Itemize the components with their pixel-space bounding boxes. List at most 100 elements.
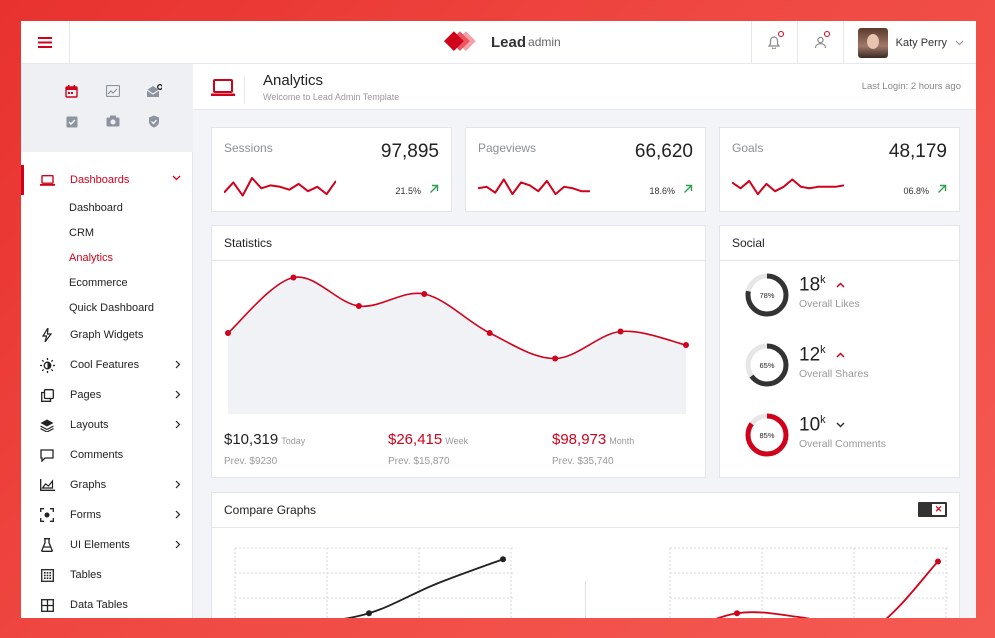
sidebar-item-graph-widgets[interactable]: Graph Widgets	[21, 320, 193, 350]
close-toggle-button[interactable]: ✕	[918, 502, 947, 517]
card-title: Compare Graphs	[224, 503, 317, 517]
sidebar-item-cool-features[interactable]: Cool Features	[21, 350, 193, 380]
divider	[212, 260, 705, 261]
compare-chart-right	[669, 547, 948, 618]
compare-graphs-card: Compare Graphs ✕	[211, 492, 960, 618]
sidebar-item-layouts[interactable]: Layouts	[21, 410, 193, 440]
divider	[585, 581, 586, 618]
arrow-up-right-icon	[430, 184, 439, 193]
table-dots-icon	[38, 568, 56, 582]
social-value: 18	[799, 274, 821, 296]
social-unit: k	[820, 414, 826, 426]
quick-actions	[21, 64, 193, 152]
sidebar-item-label: Comments	[70, 449, 124, 461]
caret-down-icon	[836, 422, 845, 428]
sidebar-item-forms[interactable]: Forms	[21, 500, 193, 530]
sidebar-item-data-tables[interactable]: Data Tables	[21, 590, 193, 618]
sidebar-subitem-ecommerce[interactable]: Ecommerce	[21, 270, 193, 295]
caret-up-icon	[836, 282, 845, 288]
sidebar-item-label: Dashboards	[70, 174, 130, 186]
sidebar-subitem-analytics[interactable]: Analytics	[21, 245, 193, 270]
chevron-down-icon	[172, 175, 181, 181]
social-shares: 65% 12k Overall Shares	[744, 342, 868, 392]
top-bar: Lead admin Katy Perry	[21, 21, 976, 64]
donut-label: 78%	[759, 291, 774, 300]
data-point	[486, 330, 493, 336]
sidebar-subitem-dashboard[interactable]: Dashboard	[21, 195, 193, 220]
summary-period: Week	[445, 436, 469, 446]
stat-label: Sessions	[224, 141, 273, 155]
checklist-icon[interactable]	[51, 112, 92, 130]
social-comments: 85% 10k Overall Comments	[744, 412, 886, 462]
sun-icon	[38, 357, 56, 373]
summary-value: $10,319	[224, 431, 279, 448]
stat-percent: 06.8%	[903, 186, 929, 196]
sidebar-item-label: Data Tables	[70, 599, 128, 611]
summary-period: Today	[281, 436, 306, 446]
bolt-icon	[38, 328, 56, 342]
user-status-dot	[823, 31, 830, 37]
calendar-icon[interactable]	[51, 82, 92, 100]
brand-logo[interactable]: Lead admin	[441, 27, 561, 57]
compare-chart-left	[234, 547, 513, 618]
social-value: 12	[799, 344, 821, 366]
profile-dropdown[interactable]: Katy Perry	[842, 21, 976, 64]
series-line	[715, 560, 939, 618]
notifications-button[interactable]	[750, 21, 797, 64]
sidebar-item-pages[interactable]: Pages	[21, 380, 193, 410]
page-header: Analytics Welcome to Lead Admin Template…	[193, 64, 976, 110]
menu-toggle-button[interactable]	[21, 21, 70, 64]
social-label: Overall Comments	[799, 438, 886, 450]
arrow-up-right-icon	[684, 184, 693, 193]
area-chart-icon	[38, 479, 56, 491]
stat-percent: 18.6%	[649, 186, 675, 196]
mail-open-icon[interactable]	[133, 82, 174, 100]
grid-icon	[38, 598, 56, 612]
app-window: Lead admin Katy Perry Dashboards Dashboa…	[21, 21, 976, 618]
sidebar-item-ui-elements[interactable]: UI Elements	[21, 530, 193, 560]
summary-value: $26,415	[388, 431, 443, 448]
pages-icon	[38, 388, 56, 402]
chart-image-icon[interactable]	[92, 82, 133, 100]
donut-label: 85%	[759, 431, 774, 440]
sidebar-subitem-crm[interactable]: CRM	[21, 220, 193, 245]
arrow-up-right-icon	[938, 184, 947, 193]
data-point	[552, 355, 559, 362]
sidebar-item-dashboards[interactable]: Dashboards	[21, 165, 193, 195]
data-point	[225, 330, 231, 336]
hamburger-icon	[38, 37, 52, 48]
data-point	[935, 558, 941, 565]
summary-month: $98,973 Month Prev. $35,740	[552, 431, 634, 467]
camera-icon[interactable]	[92, 112, 133, 130]
data-point	[683, 342, 689, 348]
sparkline	[732, 178, 844, 196]
focus-icon	[38, 508, 56, 522]
stat-value: 97,895	[380, 141, 439, 162]
user-menu-button[interactable]	[796, 21, 843, 64]
sidebar-item-comments[interactable]: Comments	[21, 440, 193, 470]
chevron-right-icon	[175, 510, 181, 519]
brand-name: Lead	[491, 33, 527, 51]
caret-up-icon	[836, 352, 845, 358]
shield-icon[interactable]	[133, 112, 174, 130]
sidebar-subitem-quick-dashboard[interactable]: Quick Dashboard	[21, 295, 193, 320]
page-title: Analytics	[263, 72, 324, 89]
summary-value: $98,973	[552, 431, 607, 448]
sidebar-item-label: Layouts	[70, 419, 109, 431]
stat-label: Pageviews	[478, 141, 537, 155]
sidebar-item-graphs[interactable]: Graphs	[21, 470, 193, 500]
divider	[212, 527, 959, 528]
chevron-right-icon	[175, 540, 181, 549]
sidebar-item-label: Pages	[70, 389, 102, 401]
notification-dot	[777, 31, 784, 37]
user-icon	[814, 36, 826, 49]
card-title: Social	[732, 236, 765, 250]
sidebar-item-tables[interactable]: Tables	[21, 560, 193, 590]
card-title: Statistics	[224, 236, 273, 250]
sidebar-item-label: UI Elements	[70, 539, 130, 551]
donut-chart: 85%	[745, 413, 789, 457]
sparkline-path	[224, 177, 336, 197]
donut-chart: 78%	[745, 273, 789, 317]
donut-label: 65%	[759, 361, 774, 370]
statistics-chart	[225, 274, 689, 414]
